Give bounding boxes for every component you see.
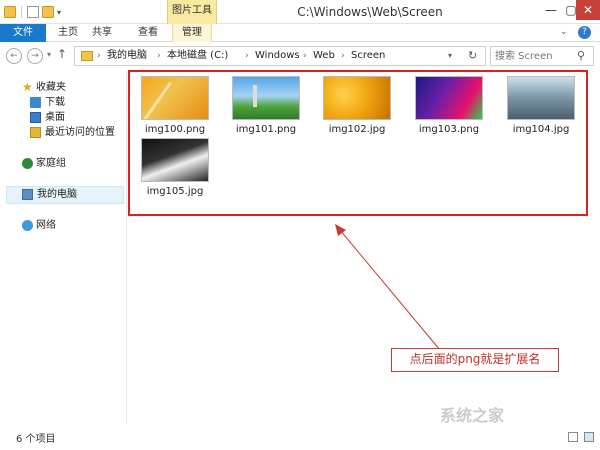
breadcrumb-separator[interactable]: › — [245, 47, 249, 65]
recent-locations-dropdown[interactable]: ▾ — [47, 50, 51, 59]
title-bar: ▾ 图片工具 C:\Windows\Web\Screen — ▢ ✕ — [0, 0, 600, 24]
breadcrumb-separator[interactable]: › — [341, 47, 345, 65]
breadcrumb-web[interactable]: Web — [313, 47, 335, 65]
expand-ribbon-icon[interactable]: ⌄ — [560, 27, 568, 37]
search-box[interactable]: ⚲ — [490, 46, 594, 66]
computer-icon — [22, 189, 33, 200]
watermark-logo: 系统之家 — [440, 406, 505, 425]
breadcrumb-separator[interactable]: › — [303, 47, 307, 65]
details-view-button[interactable] — [568, 432, 578, 442]
new-folder-icon[interactable] — [42, 6, 54, 18]
callout-text: 点后面的png就是扩展名 — [409, 352, 541, 366]
sidebar-item-network[interactable]: 网络 — [0, 218, 126, 234]
tab-file[interactable]: 文件 — [0, 24, 46, 42]
toolbar-divider — [21, 6, 22, 18]
sidebar-item-my-computer[interactable]: 我的电脑 — [6, 186, 124, 204]
annotation-callout: 点后面的png就是扩展名 — [391, 348, 559, 372]
breadcrumb-screen[interactable]: Screen — [351, 47, 385, 65]
search-icon[interactable]: ⚲ — [577, 49, 585, 62]
recent-places-icon — [30, 127, 41, 138]
tab-share[interactable]: 共享 — [86, 24, 118, 42]
breadcrumb-local-disk[interactable]: 本地磁盘 (C:) — [167, 47, 228, 65]
tab-manage[interactable]: 管理 — [172, 24, 212, 42]
folder-icon — [4, 6, 16, 18]
close-button[interactable]: ✕ — [576, 0, 600, 20]
network-icon — [22, 220, 33, 231]
refresh-icon[interactable]: ↻ — [468, 47, 477, 65]
minimize-button[interactable]: — — [540, 0, 562, 20]
quick-access-toolbar: ▾ — [4, 4, 61, 20]
breadcrumb-my-computer[interactable]: 我的电脑 — [107, 47, 147, 65]
window-title: C:\Windows\Web\Screen — [297, 5, 443, 19]
address-bar[interactable]: › 我的电脑 › 本地磁盘 (C:) › Windows › Web › Scr… — [74, 46, 486, 66]
homegroup-icon — [22, 158, 33, 169]
chevron-down-icon[interactable]: ▾ — [57, 8, 61, 17]
picture-tools-header: 图片工具 — [167, 0, 217, 24]
breadcrumb-separator[interactable]: › — [157, 47, 161, 65]
breadcrumb-separator[interactable]: › — [97, 47, 101, 65]
download-folder-icon — [30, 97, 41, 108]
forward-button[interactable]: → — [27, 48, 43, 64]
search-input[interactable] — [495, 49, 575, 63]
navigation-bar: ← → ▾ ↑ › 我的电脑 › 本地磁盘 (C:) › Windows › W… — [0, 43, 600, 69]
sidebar-item-favorites[interactable]: ★ 收藏夹 — [0, 80, 126, 96]
item-count: 6 个项目 — [16, 434, 56, 445]
sidebar-item-desktop[interactable]: 桌面 — [0, 110, 126, 126]
star-icon: ★ — [22, 80, 33, 94]
highlight-box — [128, 70, 588, 216]
tab-home[interactable]: 主页 — [52, 24, 84, 42]
picture-tools-label: 图片工具 — [172, 5, 212, 16]
back-button[interactable]: ← — [6, 48, 22, 64]
status-bar: 6 个项目 — [0, 426, 600, 450]
tab-view[interactable]: 查看 — [132, 24, 164, 42]
properties-icon[interactable] — [27, 6, 39, 18]
breadcrumb-windows[interactable]: Windows — [255, 47, 300, 65]
sidebar-item-homegroup[interactable]: 家庭组 — [0, 156, 126, 172]
up-arrow-icon[interactable]: ↑ — [57, 47, 67, 61]
sidebar-item-recent-places[interactable]: 最近访问的位置 — [0, 125, 126, 141]
ribbon-tabs: 文件 主页 共享 查看 管理 ⌄ ? — [0, 24, 600, 42]
sidebar-item-downloads[interactable]: 下载 — [0, 95, 126, 111]
large-icons-view-button[interactable] — [584, 432, 594, 442]
help-icon[interactable]: ? — [578, 26, 591, 39]
chevron-down-icon[interactable]: ▾ — [448, 47, 452, 65]
navigation-pane: ★ 收藏夹 下载 桌面 最近访问的位置 家庭组 我的电脑 网络 — [0, 70, 127, 424]
desktop-icon — [30, 112, 41, 123]
folder-icon — [81, 51, 93, 61]
